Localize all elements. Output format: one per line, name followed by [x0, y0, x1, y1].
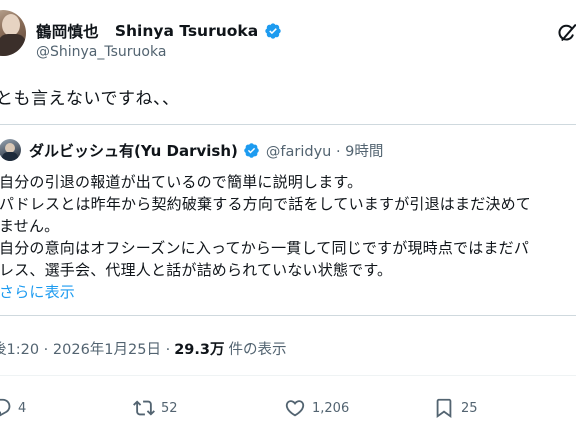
heart-icon [285, 400, 305, 417]
repost-button[interactable]: 52 [133, 396, 178, 420]
author-display-name-en[interactable]: Shinya Tsuruoka [115, 22, 258, 40]
author-display-name[interactable]: 鶴岡慎也 [36, 20, 99, 42]
repost-count: 52 [161, 400, 178, 416]
show-more-link[interactable]: さらに表示 [0, 281, 531, 303]
reply-button[interactable]: 4 [0, 396, 26, 420]
quoted-text-line: ません。 [0, 217, 60, 235]
grok-icon[interactable] [556, 22, 576, 44]
quoted-text-line: 自分の意向はオフシーズンに入ってから一貫して同じですが現時点ではまだパ [0, 239, 530, 257]
quoted-avatar [0, 139, 21, 161]
quoted-text-line: レス、選手会、代理人と話が詰められていない状態です。 [0, 261, 393, 279]
verified-badge-icon [265, 23, 281, 39]
quoted-tweet-header: ダルビッシュ有(Yu Darvish) @faridyu · 9時間 [0, 138, 383, 162]
bookmark-icon [436, 398, 452, 419]
bookmark-button[interactable]: 25 [433, 396, 478, 420]
view-count-label: 件の表示 [228, 342, 287, 358]
bookmark-count: 25 [461, 400, 478, 416]
verified-badge-icon [244, 142, 259, 158]
divider [0, 375, 576, 376]
quoted-text-line: パドレスとは昨年から契約破棄する方向で話をしていますが引退はまだ決めて [0, 195, 532, 213]
reply-icon [0, 398, 11, 417]
quoted-tweet-card[interactable]: ダルビッシュ有(Yu Darvish) @faridyu · 9時間 自分の引退… [0, 124, 576, 316]
tweet-meta: 後1:20 · 2026年1月25日 · 29.3万 件の表示 [0, 338, 286, 359]
tweet-text: とも言えないですね、、 [0, 89, 180, 109]
quoted-author-name: ダルビッシュ有(Yu Darvish) [29, 141, 238, 160]
avatar[interactable] [0, 10, 26, 56]
like-button[interactable]: 1,206 [284, 396, 349, 420]
quoted-text-line: 自分の引退の報道が出ているので簡単に説明します。 [0, 173, 363, 191]
quoted-handle-time: @faridyu · 9時間 [265, 143, 384, 160]
tweet-timestamp[interactable]: 後1:20 · 2026年1月25日 · [0, 338, 170, 359]
repost-icon [133, 400, 155, 416]
author-name-line[interactable]: 鶴岡慎也 Shinya Tsuruoka [36, 20, 282, 42]
like-count: 1,206 [312, 400, 350, 416]
tweet-header: 鶴岡慎也 Shinya Tsuruoka @Shinya_Tsuruoka [0, 0, 576, 72]
author-handle[interactable]: @Shinya_Tsuruoka [36, 44, 166, 60]
reply-count: 4 [18, 400, 27, 416]
tweet-page: 鶴岡慎也 Shinya Tsuruoka @Shinya_Tsuruoka とも… [0, 0, 576, 430]
view-count: 29.3万 [174, 342, 225, 358]
quoted-tweet-body: 自分の引退の報道が出ているので簡単に説明します。 パドレスとは昨年から契約破棄す… [0, 171, 531, 303]
